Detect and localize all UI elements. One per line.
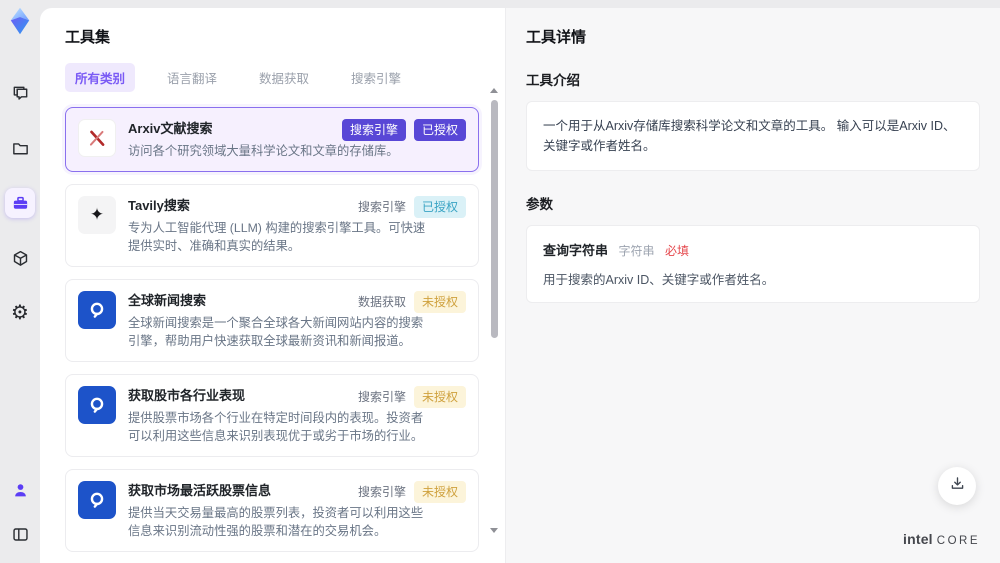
details-title: 工具详情 (526, 29, 587, 46)
intro-heading: 工具介绍 (526, 73, 580, 88)
intro-box: 一个用于从Arxiv存储库搜索科学论文和文章的工具。 输入可以是Arxiv ID… (526, 101, 980, 171)
tool-card-description: 提供当天交易量最高的股票列表，投资者可以利用这些信息来识别流动性强的股票和潜在的… (128, 506, 424, 538)
param-type: 字符串 (618, 244, 655, 258)
tool-card-badges: 搜索引擎 未授权 (358, 386, 466, 408)
scrollbar-thumb[interactable] (491, 100, 498, 338)
auth-status-badge: 未授权 (413, 386, 466, 408)
q-news-app-icon (78, 291, 116, 329)
tavily-star-glyph: ✦ (89, 205, 105, 224)
category-badge: 搜索引擎 (357, 485, 406, 499)
tool-card-description: 提供股票市场各个行业在特定时间段内的表现。投资者可以利用这些信息来识别表现优于或… (128, 411, 424, 443)
app-surface: 工具集 所有类别 语言翻译 数据获取 搜索引擎 Arxiv文献搜索 访问各个研究领… (40, 8, 1000, 563)
q-news-app-icon (78, 386, 116, 424)
intro-text: 一个用于从Arxiv存储库搜索科学论文和文章的工具。 输入可以是Arxiv ID… (543, 119, 956, 153)
toolbox-icon[interactable] (5, 188, 35, 218)
left-rail: ⚙ (0, 0, 40, 563)
param-description: 用于搜索的Arxiv ID、关键字或作者姓名。 (543, 273, 775, 287)
page-title: 工具集 (65, 29, 111, 46)
tab-data-acquisition[interactable]: 数据获取 (249, 63, 319, 92)
param-box: 查询字符串 字符串 必填 用于搜索的Arxiv ID、关键字或作者姓名。 (526, 225, 980, 303)
q-news-app-icon (78, 481, 116, 519)
panel-toggle-icon[interactable] (5, 519, 35, 549)
tool-card[interactable]: ✦ Tavily搜索 专为人工智能代理 (LLM) 构建的搜索引擎工具。可快速提供实… (65, 184, 479, 267)
tool-card[interactable]: 获取股市各行业表现 提供股票市场各个行业在特定时间段内的表现。投资者可以利用这些信… (65, 374, 479, 457)
settings-gear-icon[interactable]: ⚙ (5, 298, 35, 328)
download-icon (949, 475, 966, 497)
tool-card-description: 全球新闻搜索是一个聚合全球各大新闻网站内容的搜索引擎，帮助用户快速获取全球最新资… (128, 316, 424, 348)
core-logo-text: CORE (936, 535, 980, 547)
scrollbar-up-arrow-icon[interactable] (490, 88, 498, 93)
tools-list-panel: 工具集 所有类别 语言翻译 数据获取 搜索引擎 Arxiv文献搜索 访问各个研究领… (40, 8, 505, 563)
tool-card-list: Arxiv文献搜索 访问各个研究领域大量科学论文和文章的存储库。 搜索引擎 已授权 ✦ T… (65, 107, 479, 563)
tool-card-badges: 搜索引擎 已授权 (341, 119, 466, 141)
auth-status-badge: 已授权 (413, 119, 466, 141)
intel-logo-text: intel (902, 531, 933, 547)
category-badge: 搜索引擎 (357, 200, 406, 214)
tool-card[interactable]: Arxiv文献搜索 访问各个研究领域大量科学论文和文章的存储库。 搜索引擎 已授权 (65, 107, 479, 172)
tool-card-badges: 数据获取 未授权 (358, 291, 466, 313)
user-icon[interactable] (5, 475, 35, 505)
tavily-star-icon: ✦ (78, 196, 116, 234)
download-button[interactable] (938, 467, 976, 505)
chat-icon[interactable] (5, 78, 35, 108)
intel-core-logo: intel CORE (903, 531, 980, 547)
category-badge: 搜索引擎 (357, 390, 406, 404)
tab-all-categories[interactable]: 所有类别 (65, 63, 136, 92)
tab-language-translation[interactable]: 语言翻译 (157, 63, 227, 92)
tool-card-description: 专为人工智能代理 (LLM) 构建的搜索引擎工具。可快速提供实时、准确和真实的结… (128, 221, 426, 253)
auth-status-badge: 未授权 (413, 291, 466, 313)
cube-icon[interactable] (5, 243, 35, 273)
scrollbar-down-arrow-icon[interactable] (490, 528, 498, 533)
category-tabs: 所有类别 语言翻译 数据获取 搜索引擎 (65, 63, 479, 92)
tool-card-description: 访问各个研究领域大量科学论文和文章的存储库。 (128, 144, 399, 158)
tool-card-badges: 搜索引擎 未授权 (358, 481, 466, 503)
tool-card-badges: 搜索引擎 已授权 (358, 196, 466, 218)
folder-icon[interactable] (5, 133, 35, 163)
category-badge: 搜索引擎 (341, 119, 406, 141)
app-logo-icon (5, 6, 35, 36)
tab-search-engine[interactable]: 搜索引擎 (341, 63, 411, 92)
param-name: 查询字符串 (543, 243, 609, 258)
param-required-badge: 必填 (664, 244, 689, 258)
auth-status-badge: 已授权 (413, 196, 466, 218)
category-badge: 数据获取 (357, 295, 406, 309)
tool-card[interactable]: 获取市场最活跃股票信息 提供当天交易量最高的股票列表，投资者可以利用这些信息来识别… (65, 469, 479, 552)
params-heading: 参数 (526, 197, 553, 212)
auth-status-badge: 未授权 (413, 481, 466, 503)
arxiv-logo-icon (78, 119, 116, 157)
tool-card[interactable]: 全球新闻搜索 全球新闻搜索是一个聚合全球各大新闻网站内容的搜索引擎，帮助用户快速获… (65, 279, 479, 362)
tool-details-panel: 工具详情 工具介绍 一个用于从Arxiv存储库搜索科学论文和文章的工具。 输入可… (505, 8, 1000, 563)
param-header: 查询字符串 字符串 必填 (543, 240, 963, 260)
